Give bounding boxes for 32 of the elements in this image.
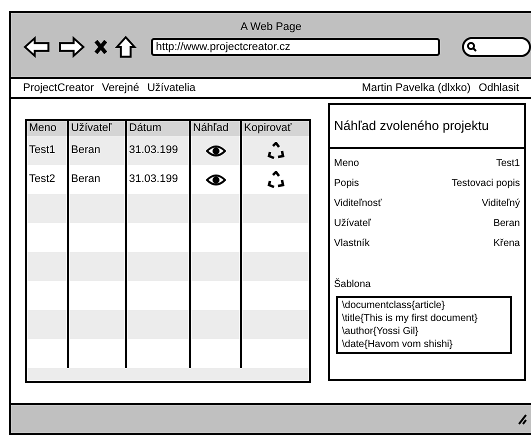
search-field[interactable] (462, 37, 531, 57)
field-label: Viditeľnosť (334, 196, 382, 210)
code-line: \date{Havom vom shishi} (342, 338, 454, 351)
close-icon[interactable] (94, 39, 108, 55)
field-value: Křena (493, 236, 520, 250)
nav-link[interactable]: Užívatelia (147, 80, 196, 96)
resize-grip-icon[interactable] (517, 413, 527, 425)
nav-link[interactable]: ProjectCreator (23, 80, 94, 96)
code-line: \title{This is my first document} (342, 312, 479, 325)
field-label: Užívateľ (334, 216, 371, 230)
field-value: Testovaci popis (452, 176, 520, 190)
field-label: Meno (334, 156, 360, 170)
code-line: \documentclass{article} (342, 299, 446, 312)
forward-arrow-icon[interactable] (58, 36, 86, 58)
window-title: A Web Page (240, 20, 302, 35)
search-icon (467, 42, 478, 52)
preview-title: Náhľad zvoleného projektu (328, 103, 526, 149)
template-label: Šablona (334, 277, 372, 292)
back-arrow-icon[interactable] (23, 36, 50, 58)
eye-icon[interactable] (206, 174, 226, 186)
nav-link[interactable]: Martin Pavelka (dlxko) (362, 80, 471, 96)
field-value: Beran (493, 216, 520, 230)
column-header: Kopirovať (243, 121, 293, 136)
nav-link[interactable]: Odhlasit (478, 80, 519, 96)
field-label: Vlastník (334, 236, 370, 250)
field-value: Test1 (496, 156, 520, 170)
field-value: Viditeľný (482, 196, 520, 210)
code-line: \author{Yossi Gil} (342, 325, 420, 338)
field-label: Popis (334, 176, 360, 190)
eye-icon[interactable] (206, 144, 226, 156)
nav-link[interactable]: Verejné (102, 80, 140, 96)
address-field[interactable]: http://www.projectcreator.cz (150, 38, 440, 56)
